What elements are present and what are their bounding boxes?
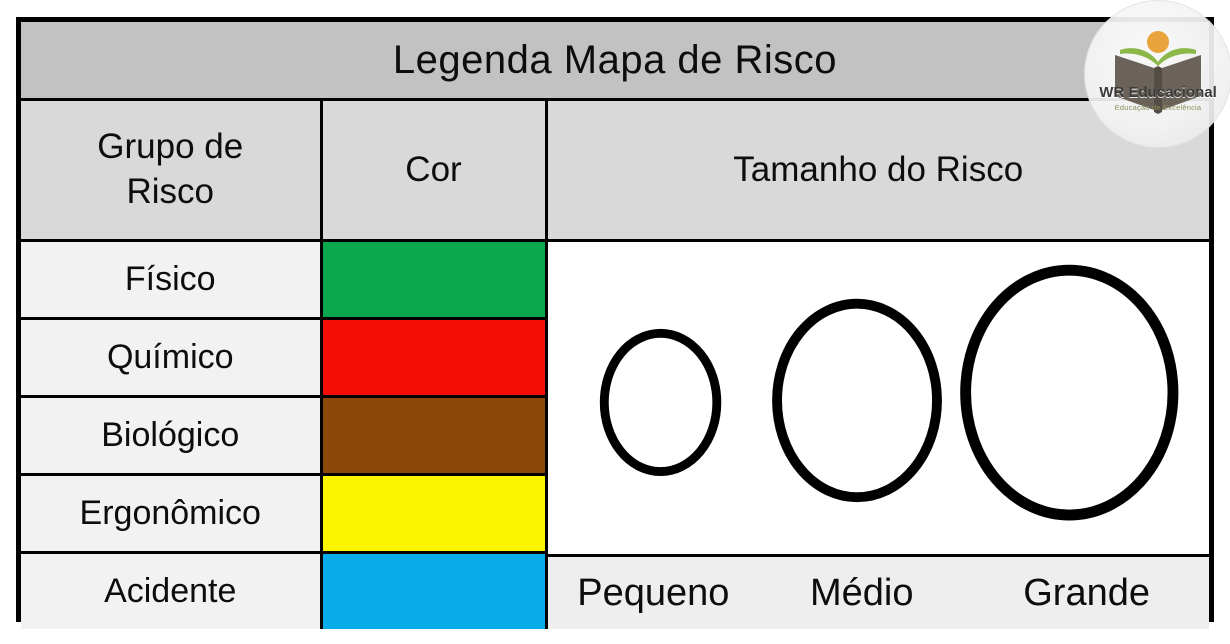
size-label-grande: Grande bbox=[1023, 571, 1150, 614]
risk-group-ergonomico: Ergonômico bbox=[21, 473, 323, 554]
risk-size-ellipses bbox=[548, 242, 1210, 557]
page-title: Legenda Mapa de Risco bbox=[21, 22, 1209, 101]
header-row: Grupo de Risco Cor Tamanho do Risco bbox=[21, 98, 1209, 242]
title-row: Legenda Mapa de Risco bbox=[21, 22, 1209, 101]
risk-size-labels: Pequeno Médio Grande bbox=[547, 554, 1209, 629]
header-tamanho-do-risco: Tamanho do Risco bbox=[544, 98, 1209, 242]
color-swatch-cell-fisico bbox=[319, 239, 548, 320]
table-row: Físico Pequeno Médio Grande bbox=[21, 239, 1209, 629]
size-label-medio: Médio bbox=[809, 571, 914, 614]
color-swatch-blue bbox=[322, 554, 545, 629]
ellipse-grande bbox=[959, 264, 1178, 521]
ellipse-medio bbox=[771, 298, 942, 503]
header-group-line2: Risco bbox=[126, 172, 215, 211]
header-cor: Cor bbox=[319, 98, 548, 242]
color-swatch-yellow bbox=[322, 476, 545, 551]
ellipses-svg bbox=[599, 264, 1178, 521]
legend-table: Legenda Mapa de Risco Grupo de Risco Cor… bbox=[21, 22, 1209, 629]
color-swatch-green bbox=[322, 242, 545, 317]
color-swatch-brown bbox=[322, 398, 545, 473]
header-group-line1: Grupo de bbox=[97, 127, 244, 167]
risk-group-acidente: Acidente bbox=[21, 551, 323, 629]
color-swatch-cell-quimico bbox=[319, 317, 548, 398]
risk-group-biologico: Biológico bbox=[21, 395, 323, 476]
color-swatch-cell-ergonomico bbox=[319, 473, 548, 554]
risk-group-quimico: Químico bbox=[21, 317, 323, 398]
risk-group-fisico: Físico bbox=[21, 239, 323, 320]
color-swatch-cell-biologico bbox=[319, 395, 548, 476]
ellipse-pequeno bbox=[599, 328, 721, 477]
risk-size-panel: Pequeno Médio Grande bbox=[544, 239, 1210, 629]
size-label-pequeno: Pequeno bbox=[577, 571, 730, 614]
color-swatch-cell-acidente bbox=[319, 551, 548, 629]
header-group-de-risco: Grupo de Risco bbox=[21, 98, 323, 242]
color-swatch-red bbox=[322, 320, 545, 395]
risk-map-legend: Legenda Mapa de Risco Grupo de Risco Cor… bbox=[16, 17, 1214, 629]
